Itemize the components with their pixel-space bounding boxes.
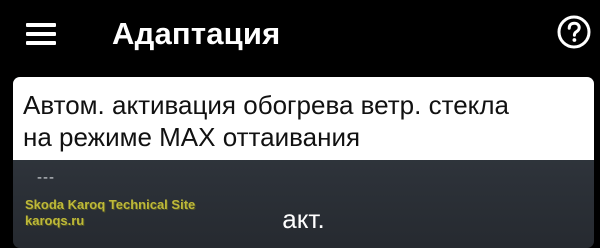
setting-title-box: Автом. активация обогрева ветр. стекла н…	[13, 77, 594, 160]
question-circle-icon	[557, 15, 591, 49]
watermark-line-1: Skoda Karoq Technical Site	[25, 197, 196, 212]
watermark-line-2: karoqs.ru	[25, 213, 85, 228]
setting-value-placeholder: ---	[37, 169, 55, 186]
page-title: Адаптация	[112, 16, 281, 51]
app-header: Адаптация	[0, 0, 600, 72]
help-button[interactable]	[557, 15, 591, 49]
setting-title: Автом. активация обогрева ветр. стекла н…	[23, 90, 509, 152]
menu-button[interactable]	[22, 20, 66, 52]
watermark: Skoda Karoq Technical Site karoqs.ru	[25, 197, 195, 229]
